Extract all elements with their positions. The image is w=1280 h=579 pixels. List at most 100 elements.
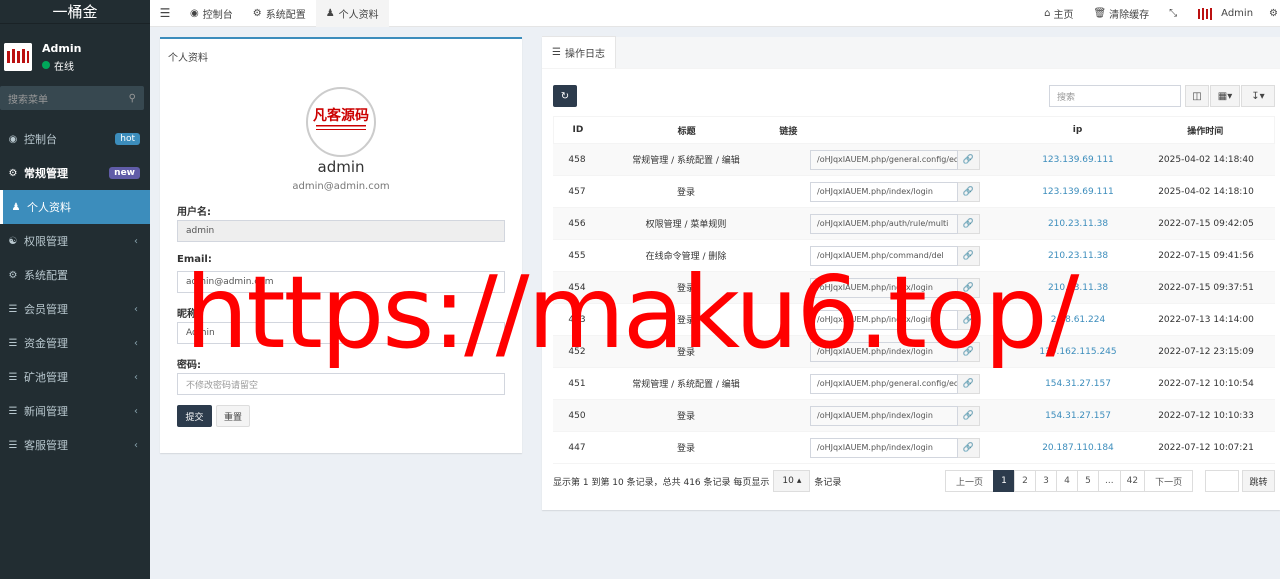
table-row[interactable]: 452 登录/oHJqxIAUEM.php/index/login 🔗 139.162… xyxy=(553,336,1275,368)
link-open-button[interactable]: 🔗 xyxy=(958,373,980,394)
cell-ip[interactable]: 210.23.11.38 xyxy=(1019,283,1137,293)
link-open-button[interactable]: 🔗 xyxy=(958,181,980,202)
cell-id: 447 xyxy=(568,442,586,453)
menu-toggle-icon[interactable]: ☰ xyxy=(150,6,180,20)
tab-operation-log[interactable]: ☰ 操作日志 xyxy=(542,36,616,68)
sidebar-item-config[interactable]: ⚙ 系统配置 xyxy=(0,258,150,292)
page-button[interactable]: 4 xyxy=(1056,470,1079,492)
link-open-button[interactable]: 🔗 xyxy=(958,277,980,298)
sidebar-item-members[interactable]: ☰ 会员管理 ‹ xyxy=(0,292,150,326)
tab-config[interactable]: ⚙ 系统配置 xyxy=(243,0,316,27)
cell-title: 登录 xyxy=(676,412,695,422)
link-input[interactable]: /oHJqxIAUEM.php/general.config/edit xyxy=(810,373,958,394)
page-button[interactable]: 5 xyxy=(1077,470,1100,492)
cell-ip[interactable]: 2.48.61.224 xyxy=(1019,315,1137,325)
cell-ip[interactable]: 139.162.115.245 xyxy=(1019,347,1137,357)
link-input[interactable]: /oHJqxIAUEM.php/auth/rule/multi xyxy=(810,213,958,234)
page-button[interactable]: 1 xyxy=(993,470,1016,492)
link-input[interactable]: /oHJqxIAUEM.php/index/login xyxy=(810,341,958,362)
submit-button[interactable]: 提交 xyxy=(177,405,212,427)
link-open-button[interactable]: 🔗 xyxy=(958,149,980,170)
link-open-button[interactable]: 🔗 xyxy=(958,309,980,330)
link-input[interactable]: /oHJqxIAUEM.php/index/login xyxy=(810,437,958,458)
tab-profile[interactable]: ♟ 个人资料 xyxy=(315,0,389,27)
search-icon[interactable]: ⚲ xyxy=(129,93,136,104)
sidebar-search-placeholder: 搜索菜单 xyxy=(8,94,48,106)
sidebar-item-label: 会员管理 xyxy=(24,303,68,316)
clear-cache-button[interactable]: 🗑 清除缓存 xyxy=(1083,6,1159,21)
link-open-button[interactable]: 🔗 xyxy=(958,213,980,234)
cell-ip[interactable]: 20.187.110.184 xyxy=(1019,443,1137,453)
cell-ip[interactable]: 210.23.11.38 xyxy=(1019,219,1137,229)
admin-menu[interactable]: Admin xyxy=(1187,6,1263,22)
link-open-button[interactable]: 🔗 xyxy=(958,405,980,426)
page-button[interactable]: 2 xyxy=(1014,470,1037,492)
col-ip[interactable]: ip xyxy=(1019,125,1137,135)
jump-button[interactable]: 跳转 xyxy=(1242,470,1275,492)
cell-id: 452 xyxy=(568,346,586,357)
page-size-select[interactable]: 10 ▴ xyxy=(773,470,811,492)
page-button[interactable]: 上一页 xyxy=(945,470,995,492)
cell-ip[interactable]: 154.31.27.157 xyxy=(1019,379,1137,389)
home-link[interactable]: ⌂ 主页 xyxy=(1034,6,1083,21)
col-link[interactable]: 链接 xyxy=(771,124,1018,137)
link-input[interactable]: /oHJqxIAUEM.php/index/login xyxy=(810,277,958,298)
sidebar-item-pools[interactable]: ☰ 矿池管理 ‹ xyxy=(0,360,150,394)
page-button[interactable]: 3 xyxy=(1035,470,1058,492)
link-open-button[interactable]: 🔗 xyxy=(958,245,980,266)
columns-dropdown[interactable]: ▦▾ xyxy=(1210,85,1240,107)
table-row[interactable]: 456 权限管理 / 菜单规则/oHJqxIAUEM.php/auth/rule/… xyxy=(553,208,1275,240)
cell-ip[interactable]: 123.139.69.111 xyxy=(1019,155,1137,165)
table-row[interactable]: 450 登录/oHJqxIAUEM.php/index/login 🔗 154.31.… xyxy=(553,400,1275,432)
sidebar-item-dashboard[interactable]: ◉ 控制台 hot xyxy=(0,122,150,156)
sidebar-item-funds[interactable]: ☰ 资金管理 ‹ xyxy=(0,326,150,360)
sidebar-item-service[interactable]: ☰ 客服管理 ‹ xyxy=(0,428,150,462)
col-time[interactable]: 操作时间 xyxy=(1136,124,1274,137)
table-row[interactable]: 451 常规管理 / 系统配置 / 编辑/oHJqxIAUEM.php/gener… xyxy=(553,368,1275,400)
online-dot-icon xyxy=(42,61,50,69)
reset-button[interactable]: 重置 xyxy=(216,405,250,427)
table-row[interactable]: 453 登录/oHJqxIAUEM.php/index/login 🔗 2.48.61… xyxy=(553,304,1275,336)
link-open-button[interactable]: 🔗 xyxy=(958,341,980,362)
link-input[interactable]: /oHJqxIAUEM.php/index/login xyxy=(810,405,958,426)
password-field[interactable]: 不修改密码请留空 xyxy=(177,373,505,395)
sidebar-item-news[interactable]: ☰ 新闻管理 ‹ xyxy=(0,394,150,428)
col-title[interactable]: 标题 xyxy=(602,124,772,137)
log-search-input[interactable]: 搜索 xyxy=(1049,85,1181,107)
table-row[interactable]: 454 登录/oHJqxIAUEM.php/index/login 🔗 210.23.… xyxy=(553,272,1275,304)
profile-avatar[interactable]: 凡客源码 xyxy=(306,87,376,157)
cell-ip[interactable]: 154.31.27.157 xyxy=(1019,411,1137,421)
sidebar-search-input[interactable]: 搜索菜单 ⚲ xyxy=(0,86,144,110)
link-input[interactable]: /oHJqxIAUEM.php/general.config/edit xyxy=(810,149,958,170)
export-dropdown[interactable]: ↧▾ xyxy=(1241,85,1275,107)
link-icon: 🔗 xyxy=(962,314,975,325)
col-id[interactable]: ID xyxy=(554,125,602,135)
settings-button[interactable]: ⚙ xyxy=(1263,8,1280,19)
brand-logo[interactable]: 一桶金 xyxy=(0,0,150,24)
link-open-button[interactable]: 🔗 xyxy=(958,437,980,458)
link-icon: 🔗 xyxy=(962,154,975,165)
page-button[interactable]: 42 xyxy=(1119,470,1146,492)
toggle-view-button[interactable]: ◫ xyxy=(1185,85,1209,107)
email-field[interactable]: admin@admin.com xyxy=(177,271,505,293)
tab-dashboard[interactable]: ◉ 控制台 xyxy=(180,0,243,27)
cell-ip[interactable]: 210.23.11.38 xyxy=(1019,251,1137,261)
table-row[interactable]: 455 在线命令管理 / 删除/oHJqxIAUEM.php/command/de… xyxy=(553,240,1275,272)
fullscreen-button[interactable]: ⤡ xyxy=(1159,8,1187,19)
sidebar-item-auth[interactable]: ☯ 权限管理 ‹ xyxy=(0,224,150,258)
page-button[interactable]: 下一页 xyxy=(1144,470,1194,492)
table-row[interactable]: 457 登录/oHJqxIAUEM.php/index/login 🔗 123.139… xyxy=(553,176,1275,208)
nickname-field[interactable]: Admin xyxy=(177,322,505,344)
refresh-button[interactable]: ↻ xyxy=(553,85,577,107)
sidebar-item-profile[interactable]: ♟ 个人资料 xyxy=(0,190,150,224)
sidebar-item-general[interactable]: ⚙ 常规管理 new xyxy=(0,156,150,190)
page-button[interactable]: ... xyxy=(1098,470,1121,492)
jump-page-input[interactable] xyxy=(1205,470,1239,492)
table-row[interactable]: 447 登录/oHJqxIAUEM.php/index/login 🔗 20.187.… xyxy=(553,432,1275,464)
table-row[interactable]: 458 常规管理 / 系统配置 / 编辑/oHJqxIAUEM.php/gener… xyxy=(553,144,1275,176)
cell-ip[interactable]: 123.139.69.111 xyxy=(1019,187,1137,197)
link-input[interactable]: /oHJqxIAUEM.php/index/login xyxy=(810,309,958,330)
top-right-actions: ⌂ 主页 🗑 清除缓存 ⤡ Admin ⚙ xyxy=(1034,0,1280,27)
link-input[interactable]: /oHJqxIAUEM.php/command/del xyxy=(810,245,958,266)
link-input[interactable]: /oHJqxIAUEM.php/index/login xyxy=(810,181,958,202)
